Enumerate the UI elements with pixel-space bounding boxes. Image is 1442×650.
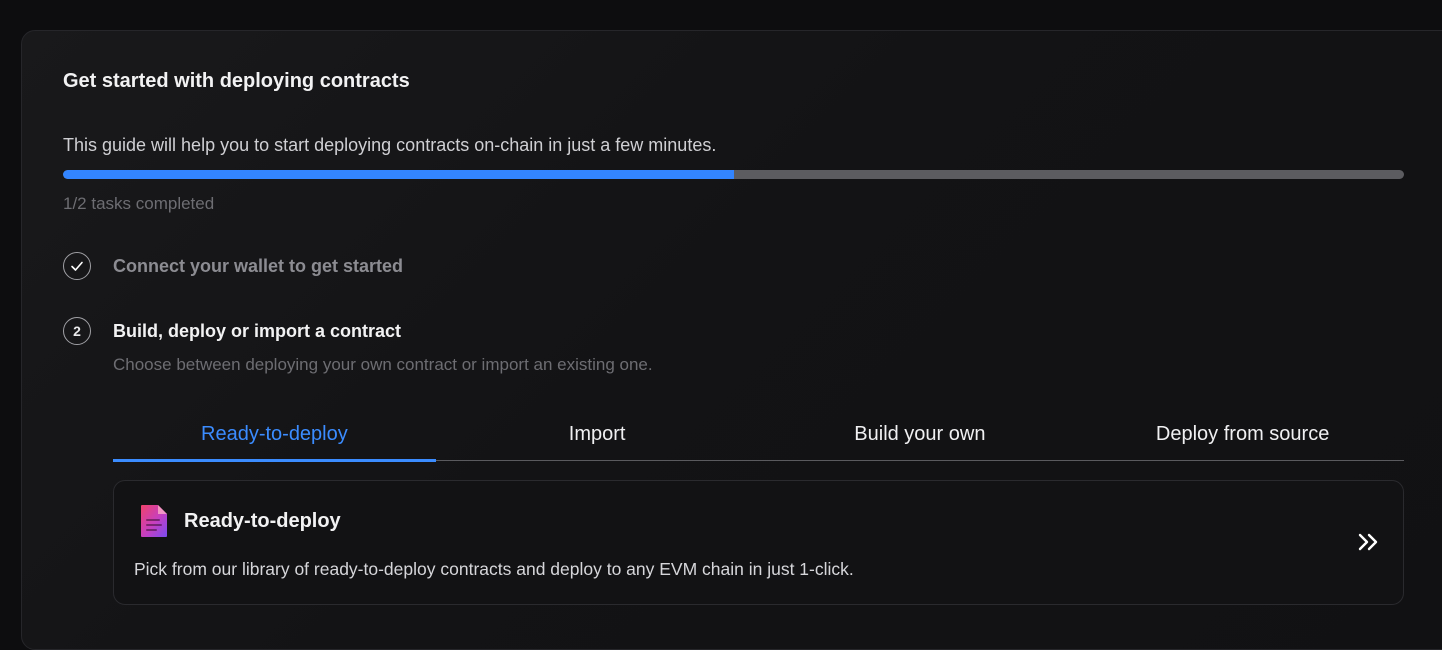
tab-import[interactable]: Import <box>436 419 759 460</box>
document-icon <box>141 505 167 537</box>
card-title: Get started with deploying contracts <box>63 70 410 92</box>
progress-fill <box>63 170 734 179</box>
progress-label: 1/2 tasks completed <box>63 194 215 213</box>
step-title: Build, deploy or import a contract <box>113 321 402 341</box>
double-chevron-right-icon[interactable] <box>1355 529 1381 555</box>
tab-build-your-own[interactable]: Build your own <box>759 419 1082 460</box>
step-title: Connect your wallet to get started <box>113 256 404 276</box>
step-description: Choose between deploying your own contra… <box>113 355 653 374</box>
card-subtitle: This guide will help you to start deploy… <box>63 135 717 155</box>
tab-ready-to-deploy[interactable]: Ready-to-deploy <box>113 419 436 462</box>
get-started-card: Get started with deploying contracts Thi… <box>21 30 1442 650</box>
check-icon <box>71 261 83 271</box>
step-complete-indicator <box>63 252 91 280</box>
tab-deploy-from-source[interactable]: Deploy from source <box>1081 419 1404 460</box>
feature-title: Ready-to-deploy <box>184 510 341 532</box>
progress-bar <box>63 170 1404 179</box>
contract-tabs: Ready-to-deploy Import Build your own De… <box>113 419 1404 462</box>
feature-description: Pick from our library of ready-to-deploy… <box>134 559 854 579</box>
step-number: 2 <box>63 317 91 345</box>
ready-to-deploy-card[interactable]: Ready-to-deploy Pick from our library of… <box>113 480 1404 605</box>
